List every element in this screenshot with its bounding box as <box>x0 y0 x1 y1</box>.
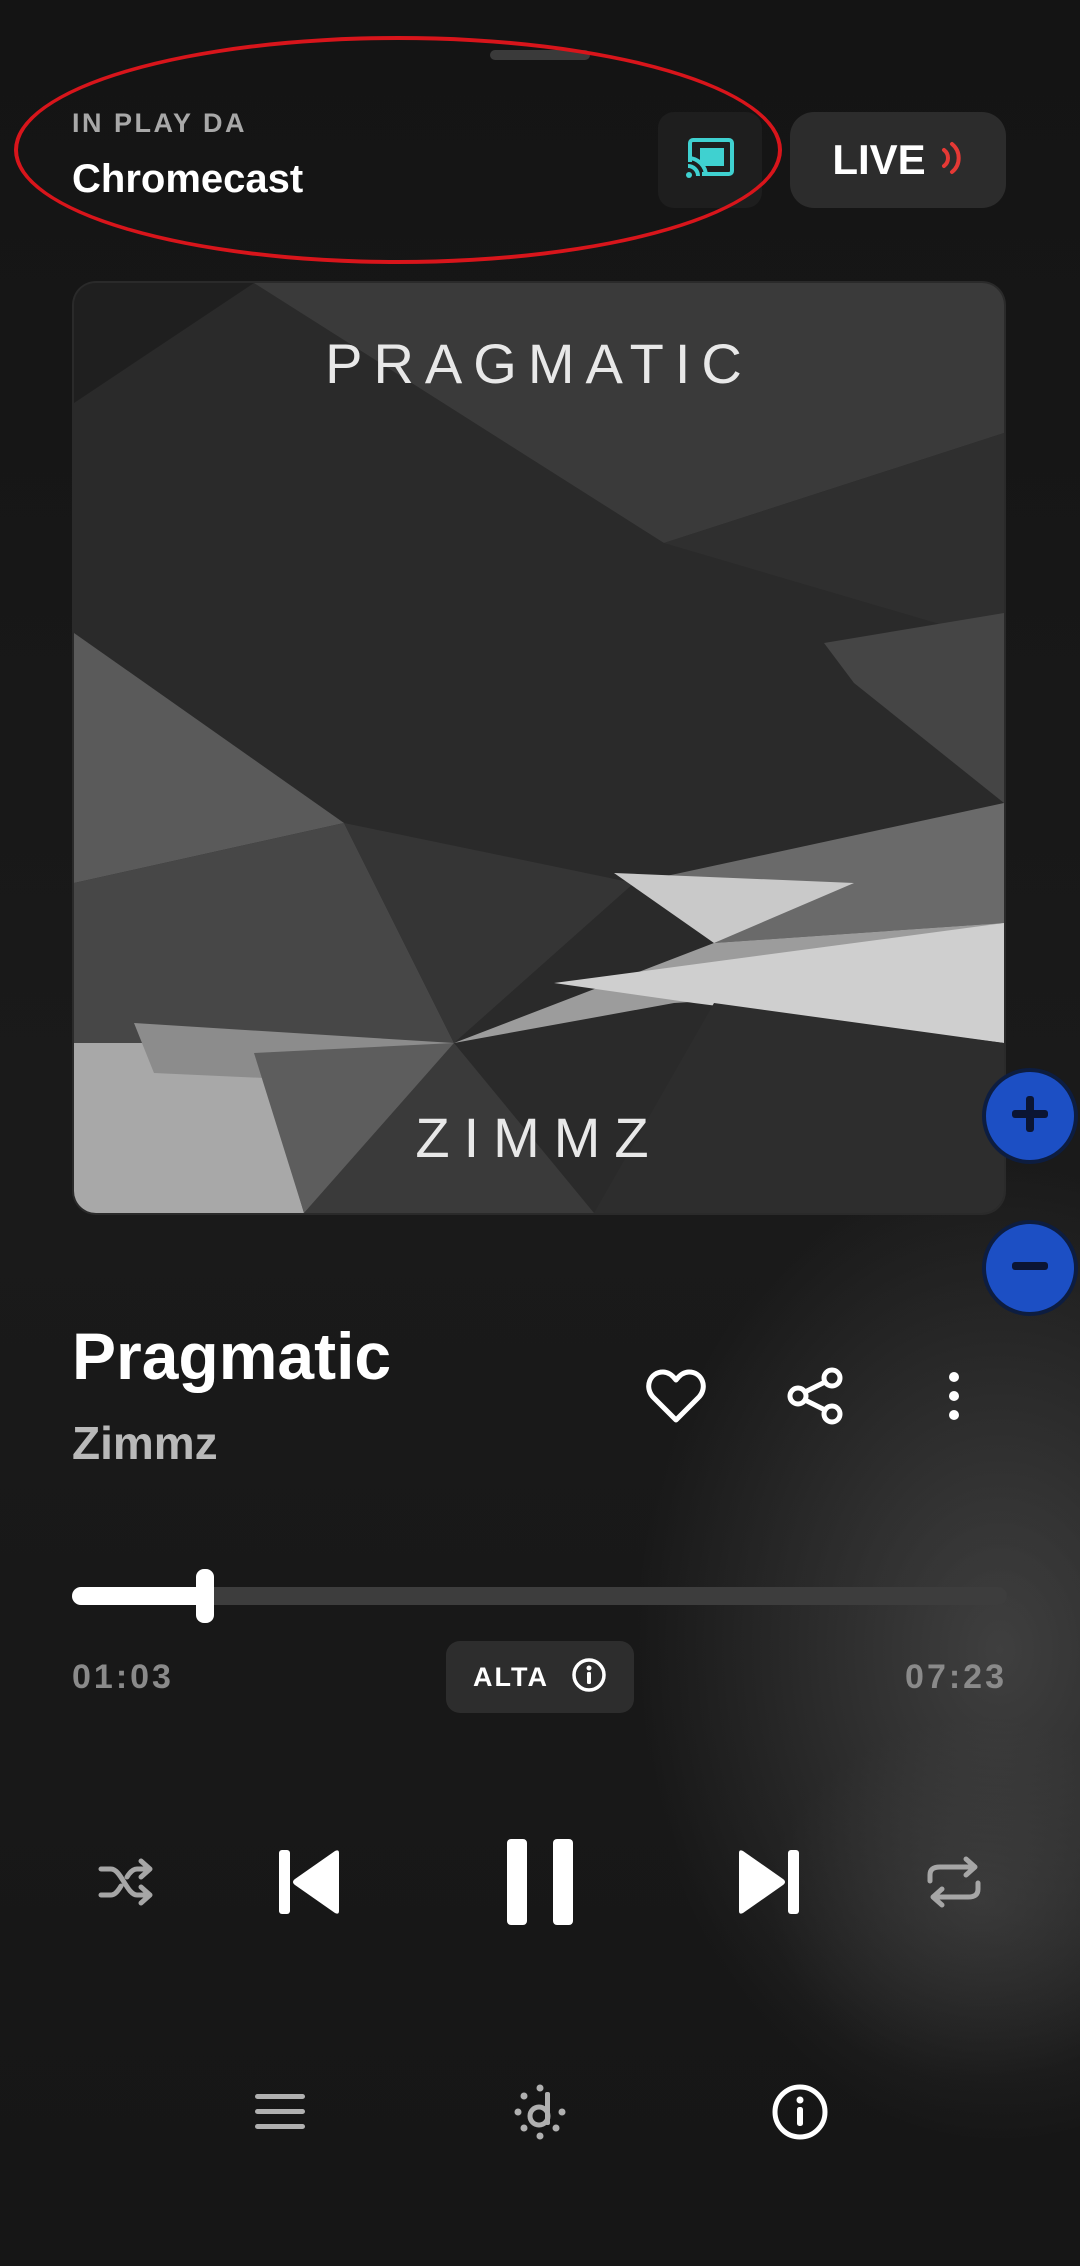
track-artist[interactable]: Zimmz <box>72 1416 218 1470</box>
more-options-button[interactable] <box>918 1362 990 1434</box>
next-button[interactable] <box>728 1844 808 1924</box>
pause-icon <box>505 1837 575 1932</box>
queue-menu-icon <box>253 2090 307 2139</box>
cover-title: PRAGMATIC <box>325 332 753 395</box>
plus-icon <box>1008 1092 1052 1141</box>
info-icon <box>771 2083 829 2146</box>
cast-button[interactable] <box>658 112 762 208</box>
live-waves-icon <box>940 138 964 183</box>
shuffle-button[interactable] <box>90 1848 162 1920</box>
share-icon <box>786 1366 846 1431</box>
cast-device-name: Chromecast <box>72 157 304 201</box>
progress-bar[interactable] <box>72 1569 1007 1623</box>
cast-caption: IN PLAY DA <box>72 108 248 138</box>
minus-icon <box>1008 1244 1052 1293</box>
audio-quality-button[interactable]: ALTA <box>446 1641 634 1713</box>
track-info-button[interactable] <box>764 2078 836 2150</box>
next-icon <box>735 1847 801 1922</box>
track-title: Pragmatic <box>72 1319 392 1393</box>
album-art[interactable]: PRAGMATIC ZIMMZ <box>74 283 1004 1213</box>
progress-fill <box>72 1587 205 1605</box>
cover-artist: ZIMMZ <box>415 1106 663 1169</box>
deezer-features-button[interactable] <box>504 2078 576 2150</box>
zoom-out-button[interactable] <box>982 1220 1078 1316</box>
progress-thumb[interactable] <box>195 1569 214 1623</box>
deezer-logo-icon <box>510 2082 570 2147</box>
drag-handle[interactable] <box>490 50 590 60</box>
elapsed-time: 01:03 <box>72 1658 174 1696</box>
previous-button[interactable] <box>270 1844 350 1924</box>
info-icon <box>571 1657 607 1698</box>
live-label: LIVE <box>832 136 926 183</box>
repeat-icon <box>924 1855 984 1914</box>
more-vertical-icon <box>948 1371 960 1426</box>
previous-icon <box>277 1847 343 1922</box>
cast-connected-icon <box>684 136 736 185</box>
audio-quality-label: ALTA <box>473 1661 549 1692</box>
pause-button[interactable] <box>494 1836 586 1932</box>
queue-button[interactable] <box>244 2078 316 2150</box>
share-button[interactable] <box>780 1362 852 1434</box>
zoom-in-button[interactable] <box>982 1068 1078 1164</box>
repeat-button[interactable] <box>918 1848 990 1920</box>
cast-device-info[interactable]: IN PLAY DA Chromecast <box>72 108 303 202</box>
shuffle-icon <box>97 1857 155 1912</box>
album-art-pattern <box>74 283 1004 1213</box>
favorite-button[interactable] <box>640 1362 712 1434</box>
live-button[interactable]: LIVE <box>790 112 1006 208</box>
player-screen: IN PLAY DA Chromecast LIVE PRAGMATIC ZIM… <box>0 0 1080 2266</box>
total-duration: 07:23 <box>905 1658 1007 1696</box>
heart-icon <box>646 1368 706 1429</box>
